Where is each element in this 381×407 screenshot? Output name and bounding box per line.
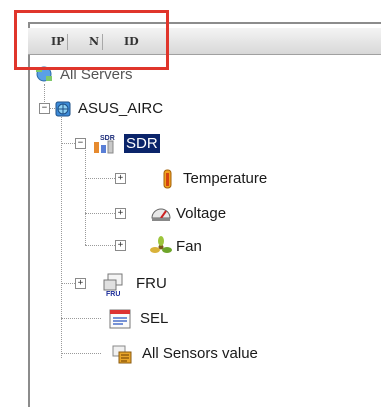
server-globe-icon <box>52 98 72 118</box>
sel-label: SEL <box>140 309 169 327</box>
column-header-bar: IP N ID <box>28 28 381 55</box>
tree-line <box>61 353 101 354</box>
event-log-icon <box>108 308 134 329</box>
sensors-table-icon <box>110 343 136 364</box>
fan-label: Fan <box>176 237 202 255</box>
all-sensors-label: All Sensors value <box>142 344 258 362</box>
tree-item-fru[interactable]: FRU FRU <box>102 272 169 298</box>
tree-item-all-sensors[interactable]: All Sensors value <box>110 342 260 364</box>
column-n-button[interactable]: N <box>86 34 104 50</box>
expand-voltage-button[interactable]: + <box>115 208 126 219</box>
all-servers-label: All Servers <box>60 65 133 83</box>
column-id-button[interactable]: ID <box>121 34 142 50</box>
sdr-chart-icon: SDR <box>90 133 120 154</box>
expand-fru-button[interactable]: + <box>75 278 86 289</box>
fan-icon <box>150 236 172 256</box>
tree-line <box>61 110 62 358</box>
expand-temperature-button[interactable]: + <box>115 173 126 184</box>
temperature-label: Temperature <box>183 169 268 187</box>
tree-item-sel[interactable]: SEL <box>108 307 170 329</box>
network-servers-icon <box>34 64 54 84</box>
tree-item-fan[interactable]: Fan <box>150 235 204 257</box>
collapse-server-button[interactable]: − <box>39 103 50 114</box>
expand-fan-button[interactable]: + <box>115 240 126 251</box>
fru-label: FRU <box>136 274 167 292</box>
tree-item-sdr[interactable]: SDR SDR <box>90 132 160 154</box>
voltage-gauge-icon <box>150 203 171 223</box>
tree-item-voltage[interactable]: Voltage <box>150 202 228 224</box>
tree-line <box>61 318 101 319</box>
fru-device-icon: FRU <box>102 273 130 298</box>
tree-item-server[interactable]: ASUS_AIRC <box>52 97 165 119</box>
tree-item-temperature[interactable]: Temperature <box>157 167 269 189</box>
server-label: ASUS_AIRC <box>78 99 164 117</box>
svg-text:FRU: FRU <box>106 291 120 297</box>
voltage-label: Voltage <box>176 204 227 222</box>
tree-line <box>85 150 86 245</box>
sdr-label: SDR <box>124 133 160 153</box>
column-ip-button[interactable]: IP <box>48 34 69 50</box>
thermometer-icon <box>157 168 177 189</box>
sensor-tree-screenshot: IP N ID − − + + + + All Servers ASUS_AIR… <box>0 0 381 407</box>
tree-item-all-servers[interactable]: All Servers <box>34 63 135 85</box>
collapse-sdr-button[interactable]: − <box>75 138 86 149</box>
